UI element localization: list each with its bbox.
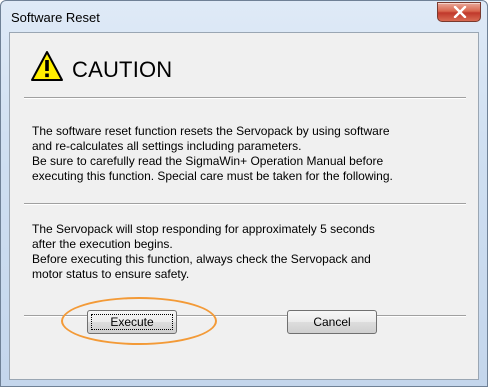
caution-heading: CAUTION [72,57,173,82]
divider-top [24,97,466,99]
warning-triangle-icon [31,51,63,81]
cancel-button[interactable]: Cancel [287,310,377,334]
execute-button[interactable]: Execute [87,310,177,334]
software-reset-dialog: Software Reset CAUTION The software rese… [0,0,488,387]
paragraph-line: Be sure to carefully read the SigmaWin+ … [32,154,384,168]
paragraph-line: motor status to ensure safety. [32,267,190,281]
window-title: Software Reset [11,10,100,25]
divider-middle [24,203,466,205]
paragraph-line: executing this function. Special care mu… [32,169,393,183]
paragraph-line: after the execution begins. [32,237,173,251]
title-bar[interactable]: Software Reset [1,1,487,32]
paragraph-line: The Servopack will stop responding for a… [32,222,375,236]
paragraph-line: Before executing this function, always c… [32,252,371,266]
paragraph-line: and re-calculates all settings including… [32,139,302,153]
paragraph-reset-description: The software reset function resets the S… [32,124,472,184]
paragraph-line: The software reset function resets the S… [32,124,390,138]
cancel-button-label: Cancel [313,315,351,329]
paragraph-safety-notice: The Servopack will stop responding for a… [32,222,472,282]
focus-rectangle [91,314,173,330]
close-button[interactable] [437,2,481,22]
close-x-icon [453,6,467,18]
